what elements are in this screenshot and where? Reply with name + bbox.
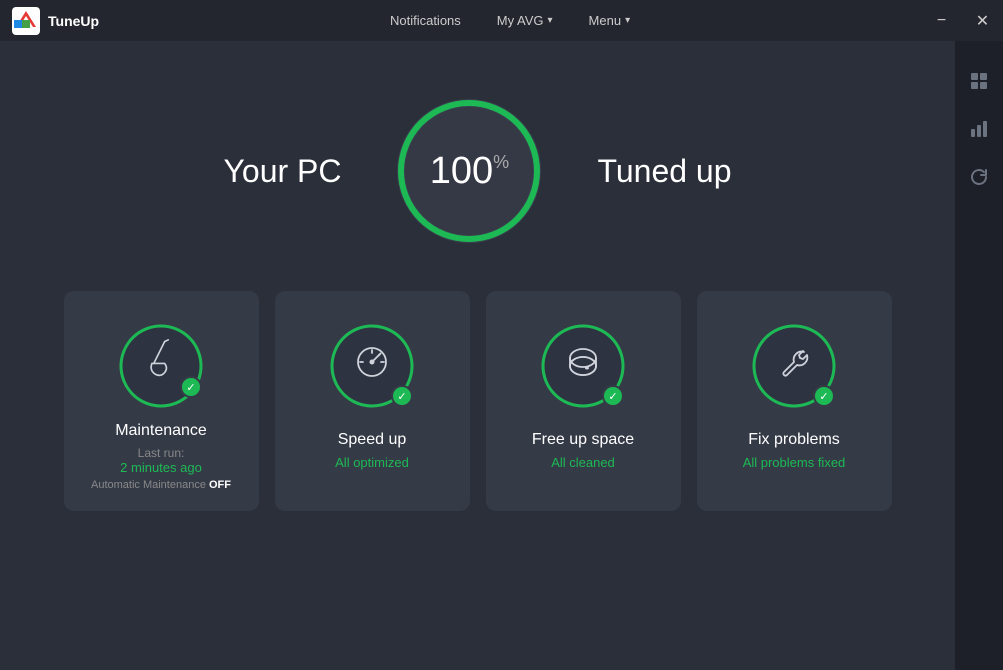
- maintenance-icon: [143, 338, 179, 386]
- percent-value: 100: [430, 152, 493, 190]
- speed-up-check-icon: ✓: [391, 385, 413, 407]
- cards-section: ✓ Maintenance Last run: 2 minutes ago Au…: [34, 291, 922, 511]
- maintenance-title: Maintenance: [115, 422, 207, 440]
- fix-problems-icon: [776, 344, 812, 388]
- chart-icon[interactable]: [959, 109, 999, 149]
- progress-circle: 100%: [389, 91, 549, 251]
- maintenance-check-icon: ✓: [180, 376, 202, 398]
- fix-problems-title: Fix problems: [748, 431, 840, 449]
- avg-logo-icon: [12, 7, 40, 35]
- free-up-space-check-icon: ✓: [602, 385, 624, 407]
- notifications-button[interactable]: Notifications: [374, 0, 477, 41]
- speed-up-title: Speed up: [338, 431, 407, 449]
- main-content: Your PC 100% Tuned up: [0, 41, 955, 670]
- app-title: TuneUp: [48, 13, 99, 29]
- refresh-icon[interactable]: [959, 157, 999, 197]
- circle-inner: 100%: [430, 152, 509, 190]
- my-avg-chevron-icon: ▾: [548, 15, 553, 26]
- hero-left-text: Your PC: [223, 153, 341, 190]
- hero-right-text: Tuned up: [597, 153, 731, 190]
- sidebar: [955, 41, 1003, 670]
- minimize-button[interactable]: −: [921, 0, 962, 41]
- free-up-space-title: Free up space: [532, 431, 634, 449]
- menu-chevron-icon: ▾: [625, 15, 630, 26]
- free-up-space-icon: [565, 344, 601, 388]
- my-avg-button[interactable]: My AVG ▾: [481, 0, 569, 41]
- titlebar: TuneUp Notifications My AVG ▾ Menu ▾ − ✕: [0, 0, 1003, 41]
- window-controls: − ✕: [921, 0, 1003, 41]
- menu-button[interactable]: Menu ▾: [573, 0, 647, 41]
- speed-up-status: All optimized: [335, 455, 409, 470]
- nav-area: Notifications My AVG ▾ Menu ▾: [374, 0, 646, 41]
- last-run-label: Last run:: [138, 446, 185, 460]
- close-button[interactable]: ✕: [962, 0, 1003, 41]
- maintenance-card[interactable]: ✓ Maintenance Last run: 2 minutes ago Au…: [64, 291, 259, 511]
- hero-section: Your PC 100% Tuned up: [223, 91, 731, 251]
- fix-problems-card[interactable]: ✓ Fix problems All problems fixed: [697, 291, 892, 511]
- fix-problems-status: All problems fixed: [743, 455, 846, 470]
- percent-sign: %: [493, 152, 509, 173]
- logo-area: TuneUp: [12, 7, 99, 35]
- free-up-space-card[interactable]: ✓ Free up space All cleaned: [486, 291, 681, 511]
- free-up-space-icon-wrap: ✓: [538, 321, 628, 411]
- fix-problems-check-icon: ✓: [813, 385, 835, 407]
- auto-maintenance-label: Automatic Maintenance OFF: [91, 479, 231, 491]
- grid-icon[interactable]: [959, 61, 999, 101]
- fix-problems-icon-wrap: ✓: [749, 321, 839, 411]
- speed-up-card[interactable]: ✓ Speed up All optimized: [275, 291, 470, 511]
- last-run-time: 2 minutes ago: [120, 460, 202, 475]
- free-up-space-status: All cleaned: [551, 455, 615, 470]
- maintenance-info: Last run: 2 minutes ago Automatic Mainte…: [91, 446, 231, 491]
- speed-up-icon: [354, 344, 390, 388]
- maintenance-icon-wrap: ✓: [116, 321, 206, 402]
- speed-up-icon-wrap: ✓: [327, 321, 417, 411]
